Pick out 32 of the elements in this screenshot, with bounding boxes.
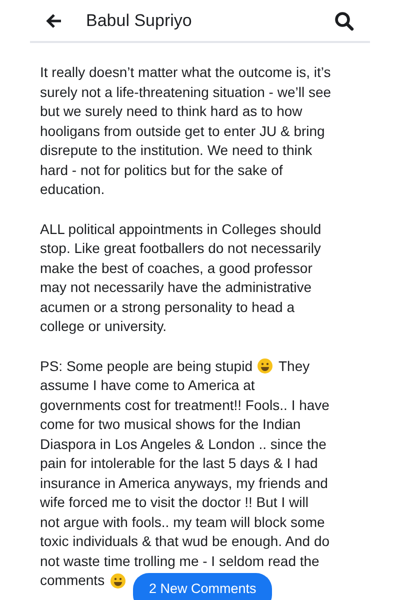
post-text: make the best of coaches, a good professor xyxy=(40,258,312,278)
smiley-icon xyxy=(257,358,274,374)
post-text: hard - not for politics but for the sake of xyxy=(40,160,283,180)
post-text: It really doesn’t matter what the outcome is, it’s xyxy=(40,63,331,82)
post-text: Diaspora in Los Angeles & London .. since the xyxy=(40,434,326,454)
post-text: education. xyxy=(40,180,105,199)
post-text: college or university. xyxy=(40,317,167,336)
post-text: governments cost for treatment!! Fools.. I have xyxy=(40,396,330,415)
post-text: pain for intolerable for the last 5 days & I had xyxy=(40,454,318,473)
post-text: wife forced me to visit the doctor !! But I will xyxy=(40,493,308,512)
search-button[interactable] xyxy=(334,10,354,30)
post-text: ALL political appointments in Colleges should xyxy=(40,220,322,239)
post-text: not argue with fools.. my team will block some xyxy=(40,512,325,532)
post-text: comments xyxy=(40,571,105,590)
post-text: disrepute to the institution. We need to think xyxy=(40,141,312,160)
post-text: hooligans from outside get to enter JU & bring xyxy=(40,122,325,141)
post-text: toxic individuals & that wud be enough. And do xyxy=(40,532,330,551)
back-button[interactable] xyxy=(46,14,62,28)
smiley-icon xyxy=(110,572,126,589)
post-text: come for two musical shows for the Indian xyxy=(40,415,301,434)
post-text: stop. Like great footballers do not necessarily xyxy=(40,239,321,258)
post-text: surely not a life-threatening situation - we’ll see xyxy=(40,82,332,102)
page-title: Babul Supriyo xyxy=(86,10,192,32)
new-comments-button[interactable]: 2 New Comments xyxy=(133,573,272,600)
post-text: insurance in America anyways, my friends and xyxy=(40,474,328,493)
post-text: may not necessarily have the administrative xyxy=(40,278,312,297)
post-text: but we surely need to think hard as to how xyxy=(40,102,302,121)
post-text: PS: Some people are being stupid xyxy=(40,356,252,376)
post-text: They xyxy=(278,356,310,376)
post-text: acumen or a strong personality to head a xyxy=(40,298,294,317)
post-text: assume I have come to America at xyxy=(40,376,255,395)
post-text: not waste time trolling me - I seldom read the xyxy=(40,552,320,571)
